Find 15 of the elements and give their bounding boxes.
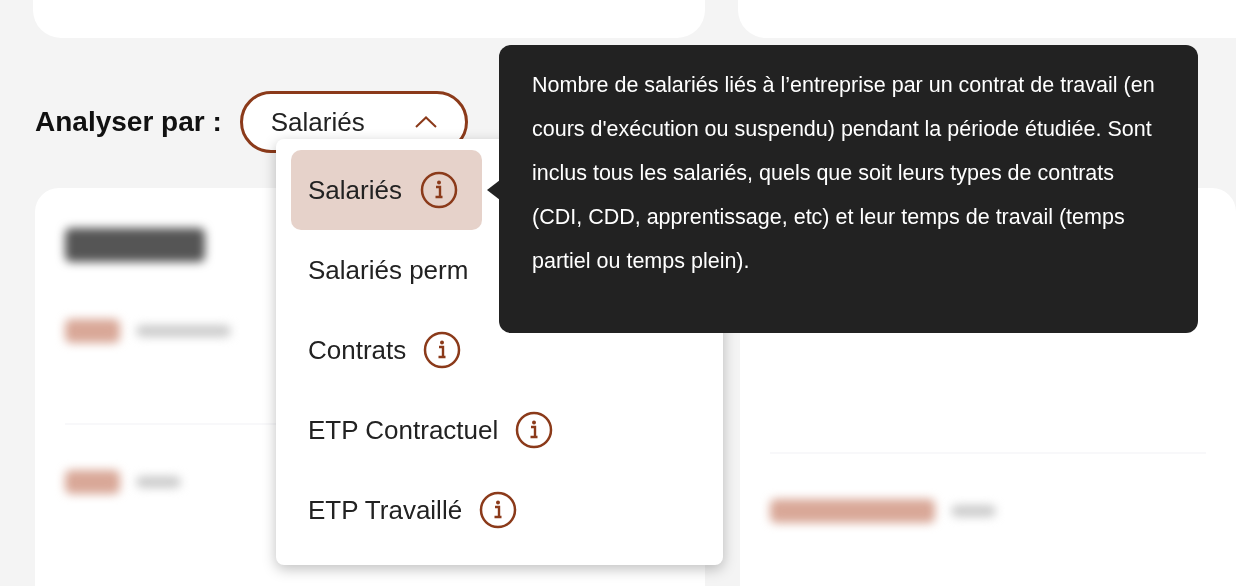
info-icon[interactable]	[419, 171, 458, 209]
blurred-text	[136, 476, 181, 488]
tooltip-arrow	[487, 180, 500, 200]
dropdown-option[interactable]: Contrats	[291, 310, 424, 390]
info-icon[interactable]	[515, 411, 554, 449]
dropdown-option[interactable]: ETP Contractuel	[291, 390, 516, 470]
dropdown-option[interactable]: ETP Travaillé	[291, 470, 480, 550]
filter-label: Analyser par :	[35, 105, 222, 139]
info-icon[interactable]	[479, 491, 518, 529]
dropdown-option[interactable]: Salariés	[291, 150, 482, 230]
info-icon[interactable]	[423, 331, 462, 369]
blurred-text	[65, 319, 120, 343]
tooltip: Nombre de salariés liés à l’entreprise par un contrat de travail (en cours d'exécution ou suspendu) pendant la période étudiée. Sont inclus tous les salariés, quels que soit leurs types de contrats (CDI, CDD, apprentissage, etc) et leur temps de travail (temps partiel ou temps plein).	[499, 45, 1198, 333]
blurred-text	[951, 505, 996, 517]
blurred-text	[65, 470, 120, 494]
